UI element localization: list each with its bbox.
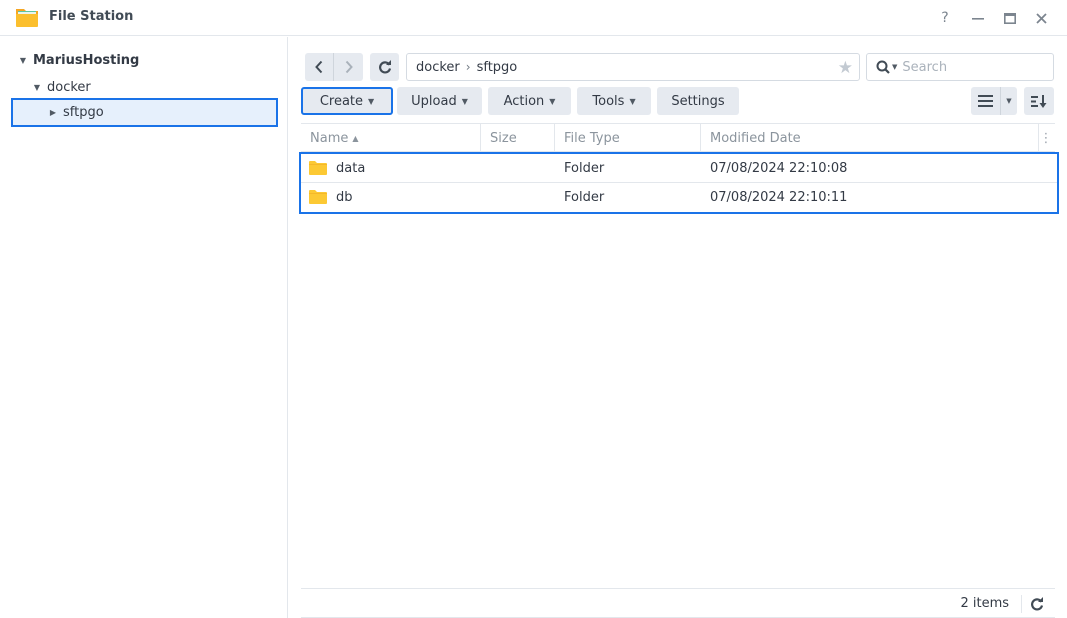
- column-header-modified-date[interactable]: Modified Date: [701, 124, 1039, 152]
- star-icon[interactable]: ★: [838, 58, 853, 78]
- table-row[interactable]: data Folder 07/08/2024 22:10:08: [301, 154, 1057, 183]
- list-view-icon: [978, 95, 993, 107]
- column-label: Modified Date: [710, 130, 801, 146]
- tools-button[interactable]: Tools ▼: [577, 87, 651, 115]
- tools-label: Tools: [592, 93, 625, 109]
- tree-node-label: docker: [47, 79, 91, 95]
- sort-button[interactable]: [1024, 87, 1054, 115]
- column-label: Size: [490, 130, 517, 146]
- upload-button[interactable]: Upload ▼: [397, 87, 482, 115]
- item-count: 2 items: [960, 596, 1009, 611]
- upload-label: Upload: [411, 93, 457, 109]
- column-header-file-type[interactable]: File Type: [555, 124, 701, 152]
- caret-down-icon: ▼: [461, 96, 468, 106]
- table-header: Name ▲ Size File Type Modified Date ⋮: [301, 123, 1055, 152]
- refresh-icon: [1031, 597, 1044, 611]
- breadcrumb-separator: ›: [465, 60, 471, 74]
- folder-icon: [309, 161, 327, 175]
- caret-down-icon[interactable]: ▼: [32, 83, 42, 92]
- table-row[interactable]: db Folder 07/08/2024 22:10:11: [301, 183, 1057, 212]
- more-columns-icon[interactable]: ⋮: [1037, 124, 1055, 152]
- close-icon[interactable]: [1031, 8, 1051, 28]
- maximize-icon[interactable]: [1000, 8, 1020, 28]
- tree-node-label: sftpgo: [63, 105, 104, 120]
- action-label: Action: [503, 93, 545, 109]
- caret-down-icon: ▼: [629, 96, 636, 106]
- caret-down-icon: ▼: [368, 96, 375, 106]
- tree-node-label: MariusHosting: [33, 52, 140, 68]
- caret-right-icon[interactable]: ▶: [49, 108, 57, 117]
- action-button[interactable]: Action ▼: [488, 87, 571, 115]
- search-icon[interactable]: [876, 60, 890, 74]
- settings-label: Settings: [671, 93, 725, 109]
- caret-down-icon[interactable]: ▼: [892, 63, 897, 71]
- caret-down-icon: ▼: [549, 96, 556, 106]
- caret-down-icon[interactable]: ▼: [18, 56, 28, 65]
- help-icon[interactable]: ?: [935, 8, 955, 28]
- create-label: Create: [319, 93, 364, 109]
- window-title: File Station: [49, 9, 134, 24]
- view-mode-button[interactable]: ▼: [971, 87, 1017, 115]
- file-type: Folder: [564, 160, 605, 176]
- file-name-cell: db: [309, 183, 353, 211]
- tree-node-docker[interactable]: ▼ docker: [32, 74, 91, 100]
- breadcrumb-docker[interactable]: docker: [416, 60, 460, 75]
- title-bar: File Station ?: [0, 0, 1067, 36]
- file-type: Folder: [564, 189, 605, 205]
- search-field[interactable]: ▼: [866, 53, 1054, 81]
- column-label: File Type: [564, 130, 620, 146]
- column-header-name[interactable]: Name ▲: [301, 124, 481, 152]
- tree-node-sftpgo[interactable]: ▶ sftpgo: [11, 98, 278, 127]
- folder-icon: [309, 190, 327, 204]
- column-label: Name: [310, 130, 349, 146]
- refresh-button[interactable]: [370, 53, 399, 81]
- forward-button[interactable]: [334, 53, 363, 81]
- file-station-window: File Station ? ▼ MariusHosting ▼ docker …: [0, 0, 1067, 618]
- search-input[interactable]: [902, 59, 1043, 75]
- refresh-list-button[interactable]: [1027, 594, 1047, 614]
- folder-tree: ▼ MariusHosting ▼ docker ▶ sftpgo: [0, 37, 288, 618]
- file-name: data: [336, 160, 366, 176]
- main-panel: docker › sftpgo ★ ▼ Create ▼ Upload ▼ Acti…: [289, 37, 1067, 618]
- caret-down-icon[interactable]: ▼: [1001, 97, 1017, 105]
- path-bar[interactable]: docker › sftpgo ★: [406, 53, 860, 81]
- file-name: db: [336, 189, 353, 205]
- minimize-icon[interactable]: [968, 8, 988, 28]
- chevron-left-icon: [315, 60, 323, 74]
- view-mode-toggle[interactable]: [971, 87, 1001, 115]
- divider: [1021, 595, 1022, 613]
- chevron-right-icon: [345, 60, 353, 74]
- breadcrumb-sftpgo[interactable]: sftpgo: [477, 60, 518, 75]
- file-list: Name▲ Size File Type Modified Date ⋮ da: [299, 123, 1059, 214]
- back-button[interactable]: [305, 53, 334, 81]
- modified-date: 07/08/2024 22:10:08: [710, 160, 848, 176]
- settings-button[interactable]: Settings: [657, 87, 739, 115]
- file-station-app-icon: [16, 9, 38, 27]
- create-button[interactable]: Create ▼: [301, 87, 393, 115]
- refresh-icon: [378, 60, 391, 74]
- sort-icon: [1031, 94, 1047, 108]
- file-name-cell: data: [309, 154, 365, 182]
- column-header-size[interactable]: Size: [481, 124, 555, 152]
- tree-node-mariushosting[interactable]: ▼ MariusHosting: [18, 47, 139, 73]
- sort-ascending-icon: ▲: [352, 133, 359, 143]
- modified-date: 07/08/2024 22:10:11: [710, 189, 848, 205]
- status-bar: 2 items: [301, 588, 1055, 618]
- selected-rows: data Folder 07/08/2024 22:10:08 db Folde…: [299, 152, 1059, 214]
